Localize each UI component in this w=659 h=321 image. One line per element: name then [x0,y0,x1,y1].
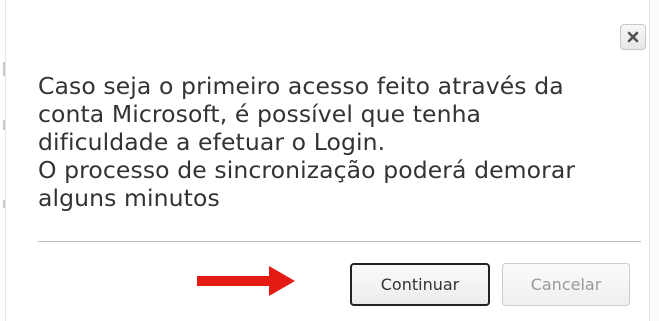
dialog-message: Caso seja o primeiro acesso feito atravé… [38,72,648,212]
background-page-edge-right [649,0,659,321]
dialog-divider [38,241,641,242]
background-scroll-tick [3,120,5,130]
cancel-button-label: Cancelar [530,275,602,294]
background-scroll-tick [3,200,5,208]
close-button[interactable] [620,24,646,50]
background-scroll-tick [3,62,5,76]
continue-button-label: Continuar [380,275,460,294]
message-line: alguns minutos [38,184,220,212]
message-line: O processo de sincronização poderá demor… [38,156,576,184]
red-arrow-icon [197,266,295,296]
message-line: Caso seja o primeiro acesso feito atravé… [38,72,564,100]
continue-button[interactable]: Continuar [350,263,490,306]
close-icon [627,31,639,43]
cancel-button[interactable]: Cancelar [502,263,630,306]
dialog-page: Caso seja o primeiro acesso feito atravé… [0,0,659,321]
background-page-edge [0,0,6,321]
message-line: conta Microsoft, é possível que tenha [38,100,482,128]
message-line: dificuldade a efetuar o Login. [38,128,386,156]
